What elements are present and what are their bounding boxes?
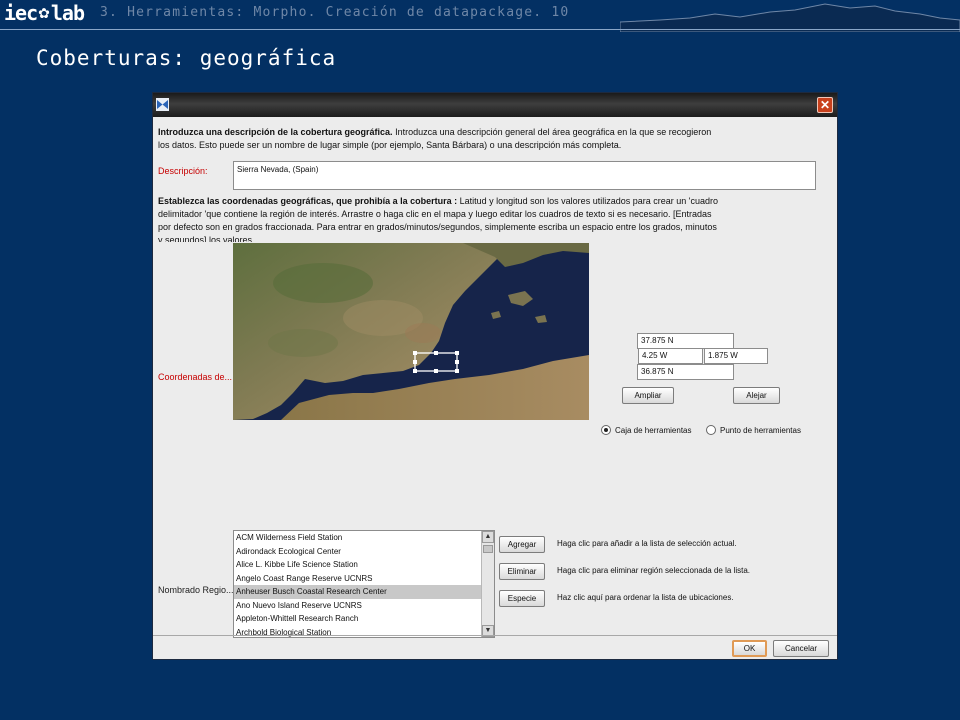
window-titlebar[interactable]: ✕ (153, 93, 837, 117)
coords-paragraph: Establezca las coordenadas geográficas, … (158, 195, 723, 242)
flower-icon: ✿ (38, 4, 50, 21)
zoom-in-button[interactable]: Ampliar (622, 387, 674, 404)
description-field[interactable]: Sierra Nevada, (Spain) (233, 161, 816, 190)
logo-text-lab: lab (50, 1, 85, 25)
species-button[interactable]: Especie (499, 590, 545, 607)
ok-button[interactable]: OK (732, 640, 767, 657)
radio-point[interactable]: Punto de herramientas (706, 425, 801, 435)
geographic-coverage-dialog: ✕ Introduzca una descripción de la cober… (152, 92, 838, 660)
radio-checked-icon (601, 425, 611, 435)
scroll-up-icon[interactable]: ▲ (482, 531, 494, 543)
cancel-button[interactable]: Cancelar (773, 640, 829, 657)
list-item[interactable]: Appleton-Whittell Research Ranch (234, 612, 494, 626)
list-item[interactable]: Archbold Biological Station (234, 626, 494, 638)
list-item[interactable]: Alice L. Kibbe Life Science Station (234, 558, 494, 572)
north-latitude-field[interactable]: 37.875 N (637, 333, 734, 349)
breadcrumb: 3. Herramientas: Morpho. Creación de dat… (100, 5, 570, 20)
add-region-button[interactable]: Agregar (499, 536, 545, 553)
list-item[interactable]: Angelo Coast Range Reserve UCNRS (234, 572, 494, 586)
radio-toolbox[interactable]: Caja de herramientas (601, 425, 691, 435)
list-item[interactable]: Ano Nuevo Island Reserve UCNRS (234, 599, 494, 613)
west-longitude-field[interactable]: 4.25 W (638, 348, 703, 364)
mountain-silhouette-icon (620, 3, 960, 32)
radio-unchecked-icon (706, 425, 716, 435)
radio-toolbox-label: Caja de herramientas (615, 425, 692, 435)
dialog-footer-divider (153, 635, 837, 636)
slide-title: Coberturas: geográfica (36, 46, 337, 70)
close-icon[interactable]: ✕ (817, 97, 833, 113)
iecolab-logo: iec ✿ lab (4, 1, 85, 25)
morpho-butterfly-icon (156, 98, 169, 111)
intro-paragraph: Introduzca una descripción de la cobertu… (158, 126, 718, 162)
coordinates-label: Coordenadas de... (158, 372, 233, 382)
list-item[interactable]: Adirondack Ecological Center (234, 545, 494, 559)
south-latitude-field[interactable]: 36.875 N (637, 364, 734, 380)
coords-bold: Establezca las coordenadas geográficas, … (158, 196, 458, 206)
regions-list[interactable]: ACM Wilderness Field Station Adirondack … (233, 530, 495, 638)
header-divider (0, 29, 960, 30)
list-item[interactable]: ACM Wilderness Field Station (234, 531, 494, 545)
remove-region-button[interactable]: Eliminar (499, 563, 545, 580)
zoom-out-button[interactable]: Alejar (733, 387, 780, 404)
species-help-text: Haz clic aquí para ordenar la lista de u… (557, 593, 734, 602)
radio-point-label: Punto de herramientas (720, 425, 801, 435)
named-regions-label: Nombrado Regio... (158, 585, 234, 595)
east-longitude-field[interactable]: 1.875 W (704, 348, 768, 364)
remove-help-text: Haga clic para eliminar región seleccion… (557, 566, 750, 575)
intro-bold: Introduzca una descripción de la cobertu… (158, 127, 393, 137)
list-item-selected[interactable]: Anheuser Busch Coastal Research Center (234, 585, 494, 599)
satellite-map[interactable] (233, 243, 589, 420)
add-help-text: Haga clic para añadir a la lista de sele… (557, 539, 737, 548)
scroll-thumb[interactable] (483, 545, 493, 553)
logo-text-iec: iec (4, 1, 38, 25)
description-label: Descripción: (158, 166, 208, 176)
list-scrollbar[interactable]: ▲ ▼ (481, 531, 494, 637)
